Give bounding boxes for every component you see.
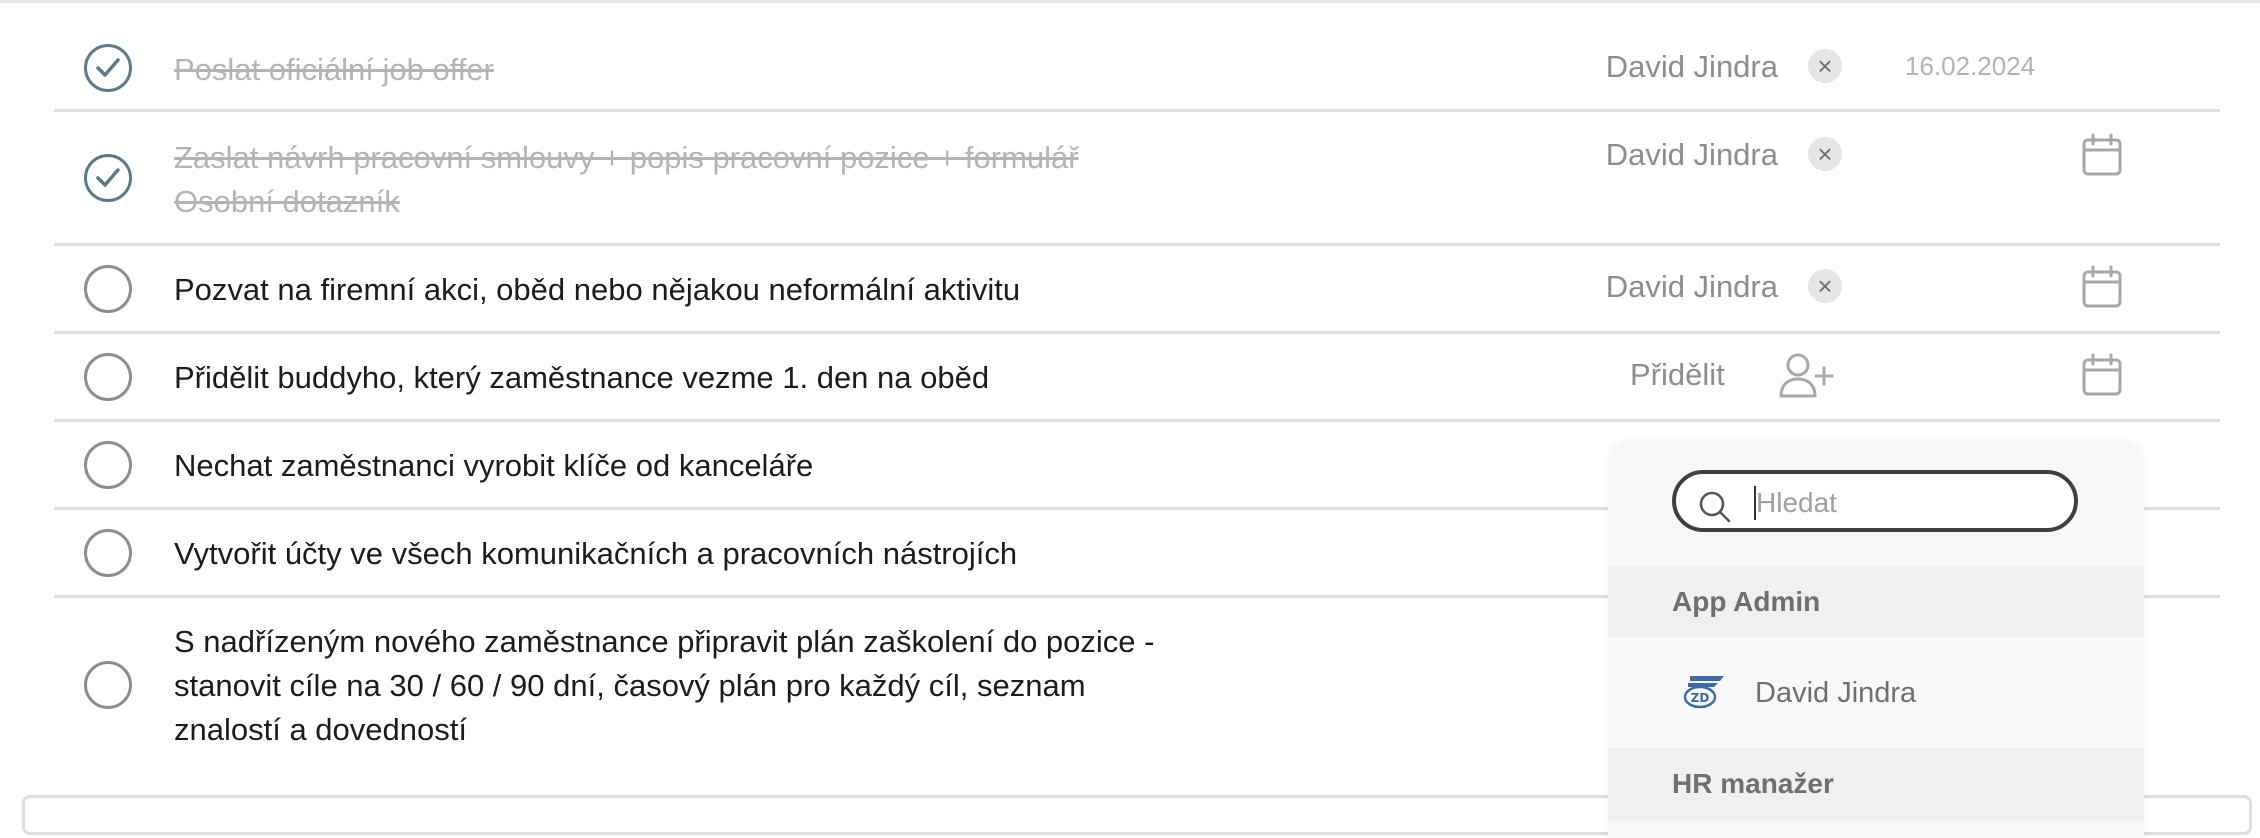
task-title[interactable]: Poslat oficiální job offer	[174, 48, 1294, 92]
task-title[interactable]: Zaslat návrh pracovní smlouvy + popis pr…	[174, 136, 1294, 224]
task-assignee: David Jindra	[1605, 49, 1778, 84]
task-title-line: Zaslat návrh pracovní smlouvy + popis pr…	[174, 140, 1079, 175]
task-assignee: David Jindra	[1605, 137, 1778, 172]
company-logo-icon: ZD	[1683, 676, 1724, 709]
text-caret	[1754, 486, 1756, 520]
group-label: HR manažer	[1672, 768, 1834, 799]
top-divider	[0, 0, 2260, 3]
task-title[interactable]: Pozvat na firemní akci, oběd nebo nějako…	[174, 268, 1294, 312]
task-title-line: stanovit cíle na 30 / 60 / 90 dní, časov…	[174, 668, 1086, 703]
task-title[interactable]: Vytvořit účty ve všech komunikačních a p…	[174, 532, 1294, 576]
task-checkbox[interactable]	[84, 353, 132, 401]
calendar-icon[interactable]	[2081, 265, 2123, 309]
group-header: App Admin	[1608, 566, 2144, 638]
task-title[interactable]: S nadřízeným nového zaměstnance připravi…	[174, 620, 1294, 752]
row-divider	[54, 109, 2220, 112]
task-checkbox[interactable]	[84, 154, 132, 202]
close-icon: ×	[1817, 271, 1833, 301]
task-checkbox[interactable]	[84, 529, 132, 577]
remove-assignee-button[interactable]: ×	[1808, 269, 1842, 303]
task-assignee: David Jindra	[1605, 269, 1778, 304]
assignee-dropdown: App Admin ZD David Jindra HR manažer	[1608, 438, 2144, 838]
search-icon	[1699, 491, 1731, 523]
task-due-date[interactable]: 16.02.2024	[1905, 44, 2035, 88]
task-checkbox[interactable]	[84, 265, 132, 313]
group-header: HR manažer	[1608, 748, 2144, 820]
add-user-icon[interactable]	[1778, 352, 1834, 398]
row-divider	[54, 243, 2220, 246]
option-name: David Jindra	[1755, 677, 1917, 709]
remove-assignee-button[interactable]: ×	[1808, 137, 1842, 171]
search-field[interactable]	[1672, 470, 2078, 532]
task-checkbox[interactable]	[84, 441, 132, 489]
close-icon: ×	[1817, 139, 1833, 169]
calendar-icon[interactable]	[2081, 133, 2123, 177]
remove-assignee-button[interactable]: ×	[1808, 49, 1842, 83]
checkmark-icon	[96, 58, 120, 77]
calendar-icon[interactable]	[2081, 353, 2123, 397]
task-title[interactable]: Přidělit buddyho, který zaměstnance vezm…	[174, 356, 1294, 400]
group-label: App Admin	[1672, 586, 1821, 617]
task-title-line: Osobní dotazník	[174, 184, 400, 219]
svg-text:ZD: ZD	[1691, 691, 1710, 705]
task-checkbox[interactable]	[84, 661, 132, 709]
row-divider	[54, 419, 2220, 422]
checkmark-icon	[96, 168, 120, 187]
search-input[interactable]	[1754, 482, 2058, 524]
task-checkbox[interactable]	[84, 44, 132, 92]
assign-button[interactable]: Přidělit	[1630, 353, 1725, 397]
task-title-line: S nadřízeným nového zaměstnance připravi…	[174, 624, 1155, 659]
close-icon: ×	[1817, 51, 1833, 81]
row-divider	[54, 331, 2220, 334]
task-title-line: znalostí a dovedností	[174, 712, 467, 747]
task-title[interactable]: Nechat zaměstnanci vyrobit klíče od kanc…	[174, 444, 1294, 488]
assignee-option[interactable]: ZD David Jindra	[1608, 638, 2144, 748]
